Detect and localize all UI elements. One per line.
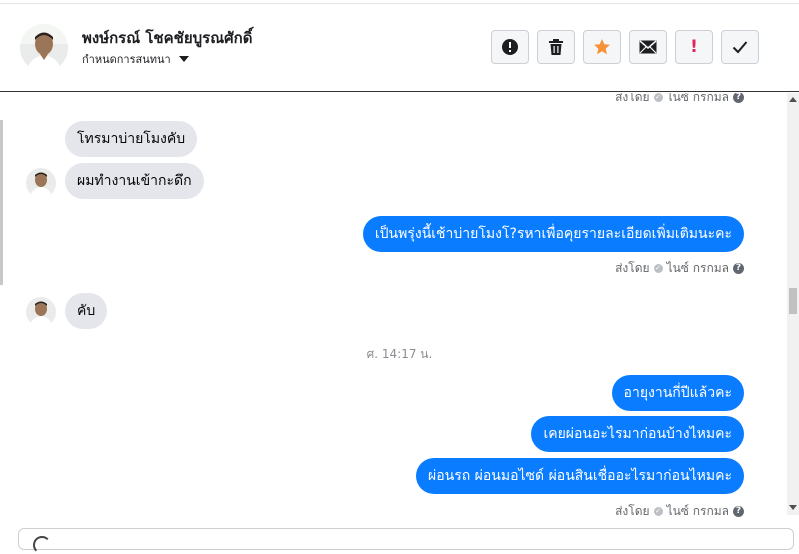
outgoing-message[interactable]: ผ่อนรถ ผ่อนมอไซด์ ผ่อนสินเชื่ออะไรมาก่อน… (416, 458, 744, 494)
info-button[interactable] (491, 30, 529, 64)
delete-button[interactable] (537, 30, 575, 64)
caret-down-icon (178, 56, 189, 62)
incoming-message[interactable]: ผมทำงานเข้ากะดึก (65, 163, 204, 199)
schedule-label: กำหนดการสนทนา (82, 53, 171, 66)
mail-button[interactable] (629, 30, 667, 64)
help-icon[interactable]: ? (733, 93, 744, 103)
scrollbar-thumb[interactable] (789, 288, 797, 314)
contact-name: พงษ์กรณ์ โชคชัยบูรณศักดิ์ (82, 29, 253, 47)
mark-important-button[interactable]: ! (675, 30, 713, 64)
star-button[interactable] (583, 30, 621, 64)
conversation-schedule-dropdown[interactable]: กำหนดการสนทนา (82, 50, 189, 68)
left-panel-scrollbar[interactable] (0, 120, 3, 285)
incoming-message[interactable]: คับ (65, 293, 108, 329)
sent-by-label: ส่งโดย (615, 93, 650, 104)
sender-name: ไนซ์ กรกมล (666, 261, 729, 275)
composer-icon[interactable] (33, 536, 51, 554)
outgoing-message[interactable]: อายุงานกี่ปีแล้วคะ (611, 375, 744, 411)
check-circle-icon: ✓ (653, 507, 663, 516)
sender-name: ไนซ์ กรกมล (666, 504, 729, 518)
exclamation-icon: ! (690, 37, 698, 57)
incoming-message[interactable]: โทรมาบ่ายโมงคับ (65, 121, 198, 157)
mail-icon (639, 40, 657, 54)
delivery-status: ส่งโดย ✓ ไนซ์ กรกมล ? (615, 502, 744, 521)
delivery-status: ส่งโดย ✓ ไนซ์ กรกมล ? (615, 259, 744, 278)
check-circle-icon: ✓ (653, 264, 663, 273)
sent-by-label: ส่งโดย (615, 504, 650, 518)
thread-scrollbar[interactable] (787, 93, 799, 515)
scroll-down-arrow-icon[interactable] (789, 505, 797, 510)
sender-name: ไนซ์ กรกมล (666, 93, 729, 104)
scroll-up-arrow-icon[interactable] (789, 97, 797, 102)
outgoing-message[interactable]: เคยผ่อนอะไรมาก่อนบ้างไหมคะ (531, 416, 744, 452)
check-circle-icon: ✓ (653, 93, 663, 102)
mark-done-button[interactable] (721, 30, 759, 64)
header-actions: ! (491, 30, 759, 64)
header-divider (0, 3, 799, 4)
contact-avatar-small (26, 168, 56, 198)
contact-avatar-small (26, 297, 56, 327)
message-composer[interactable] (18, 528, 794, 554)
trash-icon (549, 39, 563, 55)
help-icon[interactable]: ? (733, 263, 744, 274)
conversation-header: พงษ์กรณ์ โชคชัยบูรณศักดิ์ กำหนดการสนทนา (0, 0, 799, 92)
star-icon (594, 39, 610, 55)
info-icon (502, 39, 518, 55)
message-timestamp: ศ. 14:17 น. (366, 347, 433, 361)
outgoing-message[interactable]: เป็นพรุ่งนี้เช้าบ่ายโมงโ?รหาเพื่อคุยรายล… (362, 216, 744, 252)
message-thread[interactable]: ส่งโดย ✓ ไนซ์ กรกมล ? โทรมาบ่ายโมงคับ ผม… (0, 93, 787, 523)
check-icon (732, 41, 748, 54)
delivery-status: ส่งโดย ✓ ไนซ์ กรกมล ? (615, 93, 744, 107)
sent-by-label: ส่งโดย (615, 261, 650, 275)
contact-avatar[interactable] (20, 24, 68, 72)
help-icon[interactable]: ? (733, 506, 744, 517)
